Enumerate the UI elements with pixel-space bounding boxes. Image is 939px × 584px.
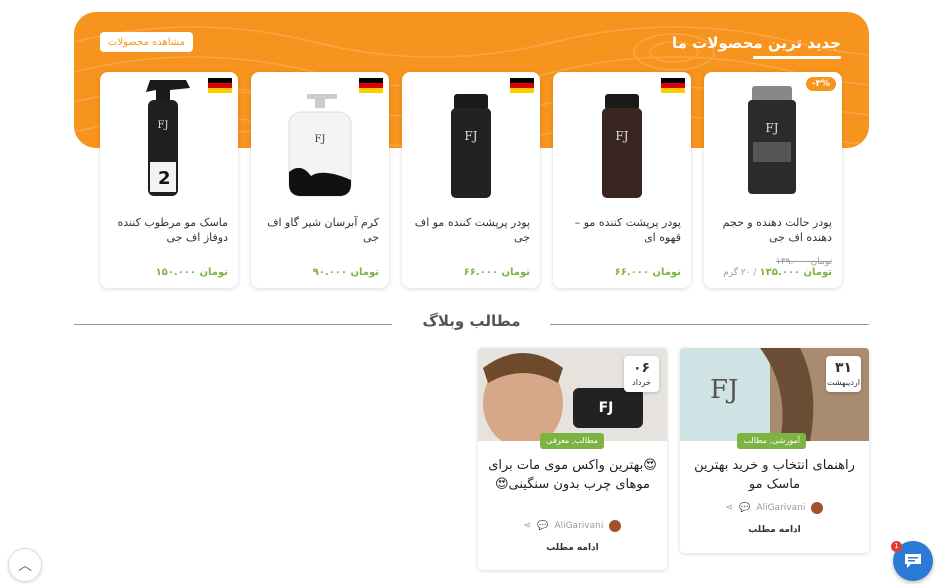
chat-bubble-icon	[905, 554, 921, 568]
comments-icon[interactable]: 💬	[739, 503, 750, 513]
blog-section-header: مطالب وبلاگ	[74, 310, 869, 334]
svg-text:FJ: FJ	[615, 129, 628, 143]
author-name[interactable]: AliGarivani	[756, 503, 805, 513]
read-more-link[interactable]: ادامه مطلب	[478, 543, 667, 553]
product-card[interactable]: FJ پودر پرپشت کننده مو اف جی تومان ۶۶.۰۰…	[402, 72, 540, 288]
price-block: تومان ۹۰.۰۰۰	[257, 267, 379, 278]
product-title[interactable]: کرم آبرسان شیر گاو اف جی	[261, 215, 379, 245]
price: تومان ۶۶.۰۰۰	[614, 267, 681, 278]
germany-flag-icon	[208, 78, 232, 93]
product-card[interactable]: FJ -۳% پودر حالت دهنده و حجم دهنده اف جی…	[704, 72, 842, 288]
price-block: تومان ۶۶.۰۰۰	[408, 267, 530, 278]
product-image: FJ	[748, 86, 796, 194]
category-badge[interactable]: آموزشی, مطالب	[737, 433, 806, 449]
date-day: ۰۶	[632, 360, 651, 376]
product-card[interactable]: FJ پودر پرپشت کننده مو – قهوه ای تومان ۶…	[553, 72, 691, 288]
blog-post-title[interactable]: 😍بهترین واکس موی مات برای موهای چرب بدون…	[486, 456, 659, 494]
title-underline	[753, 56, 841, 59]
germany-flag-icon	[661, 78, 685, 93]
date-month: اردیبهشت	[827, 378, 860, 387]
svg-text:FJ: FJ	[765, 121, 778, 135]
author-avatar	[609, 520, 622, 532]
author-name[interactable]: AliGarivani	[554, 521, 603, 531]
blog-card[interactable]: FJ ۰۶ خرداد مطالب, معرفی 😍بهترین واکس مو…	[478, 348, 667, 570]
date-day: ۳۱	[834, 360, 853, 376]
date-badge: ۰۶ خرداد	[624, 356, 659, 392]
category-badge[interactable]: مطالب, معرفی	[540, 433, 604, 449]
product-card[interactable]: FJ کرم آبرسان شیر گاو اف جی تومان ۹۰.۰۰۰	[251, 72, 389, 288]
chat-notification-badge: 1	[891, 541, 902, 552]
product-title[interactable]: ماسک مو مرطوب کننده دوفاز اف جی	[110, 215, 228, 245]
read-more-link[interactable]: ادامه مطلب	[680, 525, 869, 535]
share-icon[interactable]: ⋖	[524, 521, 532, 531]
chevron-up-icon: ︿	[18, 558, 32, 574]
svg-text:FJ: FJ	[710, 375, 738, 405]
price-block: تومان ۱۵۰.۰۰۰	[106, 267, 228, 278]
blog-card[interactable]: FJ ۳۱ اردیبهشت آموزشی, مطالب راهنمای انت…	[680, 348, 869, 553]
svg-text:FJ: FJ	[464, 129, 477, 143]
germany-flag-icon	[510, 78, 534, 93]
price-block: تومان ۱۳۹.۰۰۰ تومان ۱۳۵.۰۰۰ / ۲۰ گرم	[710, 257, 832, 278]
author-avatar	[811, 502, 824, 514]
scroll-to-top-button[interactable]: ︿	[8, 548, 42, 582]
blog-post-title[interactable]: راهنمای انتخاب و خرید بهترین ماسک مو	[688, 456, 861, 494]
comments-icon[interactable]: 💬	[537, 521, 548, 531]
price: تومان ۱۵۰.۰۰۰	[155, 267, 228, 278]
post-meta: ⋖ 💬 AliGarivani	[680, 502, 869, 514]
price: تومان ۱۳۵.۰۰۰	[759, 267, 832, 278]
date-month: خرداد	[632, 378, 651, 387]
svg-text:FJ: FJ	[315, 134, 326, 145]
product-card[interactable]: 2 FJ ماسک مو مرطوب کننده دوفاز اف جی توم…	[100, 72, 238, 288]
view-products-button[interactable]: مشاهده محصولات	[100, 32, 194, 52]
product-title[interactable]: پودر پرپشت کننده مو – قهوه ای	[563, 215, 681, 245]
product-label: FJ	[599, 400, 614, 416]
svg-text:FJ: FJ	[158, 120, 169, 131]
blog-section-title: مطالب وبلاگ	[422, 312, 521, 330]
price: تومان ۹۰.۰۰۰	[312, 267, 379, 278]
old-price: تومان ۱۳۹.۰۰۰	[775, 257, 832, 267]
section-title: جدید ترین محصولات ما	[672, 34, 841, 52]
discount-badge: -۳%	[805, 77, 836, 91]
product-title[interactable]: پودر حالت دهنده و حجم دهنده اف جی	[714, 215, 832, 245]
post-meta: ⋖ 💬 AliGarivani	[478, 520, 667, 532]
price: تومان ۶۶.۰۰۰	[463, 267, 530, 278]
svg-text:2: 2	[158, 168, 171, 189]
price-unit: / ۲۰ گرم	[723, 268, 757, 278]
date-badge: ۳۱ اردیبهشت	[826, 356, 861, 392]
germany-flag-icon	[359, 78, 383, 93]
price-block: تومان ۶۶.۰۰۰	[559, 267, 681, 278]
product-title[interactable]: پودر پرپشت کننده مو اف جی	[412, 215, 530, 245]
share-icon[interactable]: ⋖	[726, 503, 734, 513]
